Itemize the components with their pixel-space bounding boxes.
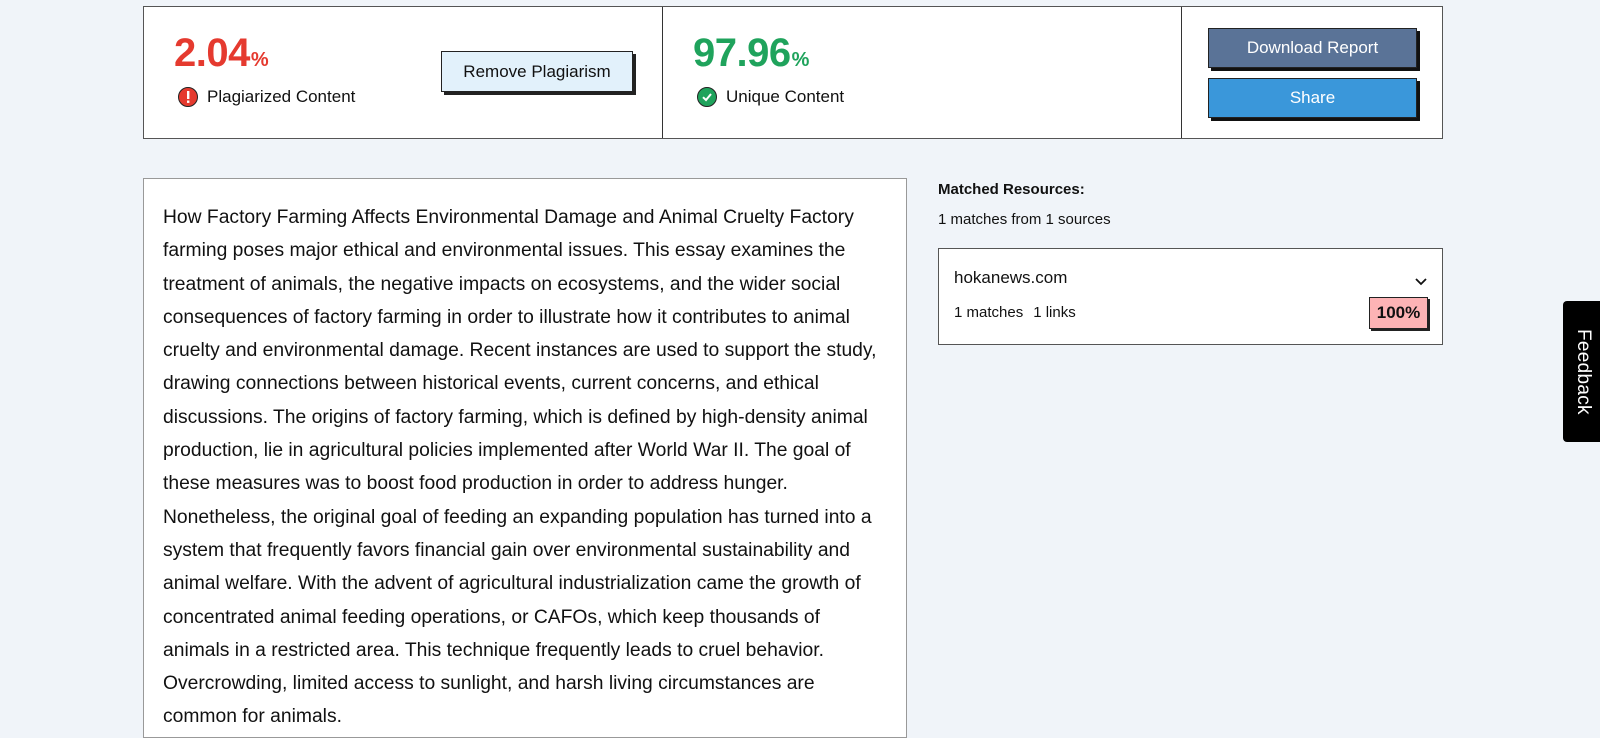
download-report-button[interactable]: Download Report <box>1208 28 1417 68</box>
exclamation-circle-icon <box>178 87 198 107</box>
stats-bar: 2.04 % Plagiarized Content Remove Plagia… <box>143 6 1443 139</box>
source-link-count: 1 links <box>1033 304 1076 321</box>
plagiarized-value: 2.04 <box>174 31 250 75</box>
plagiarized-percentage: 2.04 % <box>174 31 269 76</box>
match-percentage-badge: 100% <box>1369 297 1428 329</box>
chevron-down-icon[interactable] <box>1414 277 1428 287</box>
source-meta: 1 matches 1 links <box>954 304 1076 321</box>
source-domain: hokanews.com <box>954 268 1068 287</box>
document-text: How Factory Farming Affects Environmenta… <box>163 207 877 728</box>
unique-unit: % <box>791 49 810 71</box>
source-match-count: 1 matches <box>954 304 1024 321</box>
unique-label: Unique Content <box>726 87 845 106</box>
plagiarized-unit: % <box>250 49 269 71</box>
unique-value: 97.96 <box>693 31 791 75</box>
plagiarized-status: Plagiarized Content <box>178 87 355 107</box>
unique-status: Unique Content <box>697 87 844 107</box>
document-panel: How Factory Farming Affects Environmenta… <box>143 178 907 738</box>
source-card[interactable]: hokanews.com 1 matches 1 links 100% <box>938 248 1443 345</box>
matched-resources-summary: 1 matches from 1 sources <box>938 211 1111 228</box>
share-button[interactable]: Share <box>1208 78 1417 118</box>
feedback-tab[interactable]: Feedback <box>1563 301 1600 442</box>
check-circle-icon <box>697 87 717 107</box>
report-actions: Download Report Share <box>1182 7 1442 138</box>
plagiarized-stat: 2.04 % Plagiarized Content Remove Plagia… <box>144 7 663 138</box>
plagiarized-label: Plagiarized Content <box>207 87 356 106</box>
matched-resources-title: Matched Resources: <box>938 181 1085 198</box>
feedback-label: Feedback <box>1573 328 1594 415</box>
unique-percentage: 97.96 % <box>693 31 809 76</box>
remove-plagiarism-button[interactable]: Remove Plagiarism <box>441 51 633 92</box>
unique-stat: 97.96 % Unique Content <box>663 7 1182 138</box>
